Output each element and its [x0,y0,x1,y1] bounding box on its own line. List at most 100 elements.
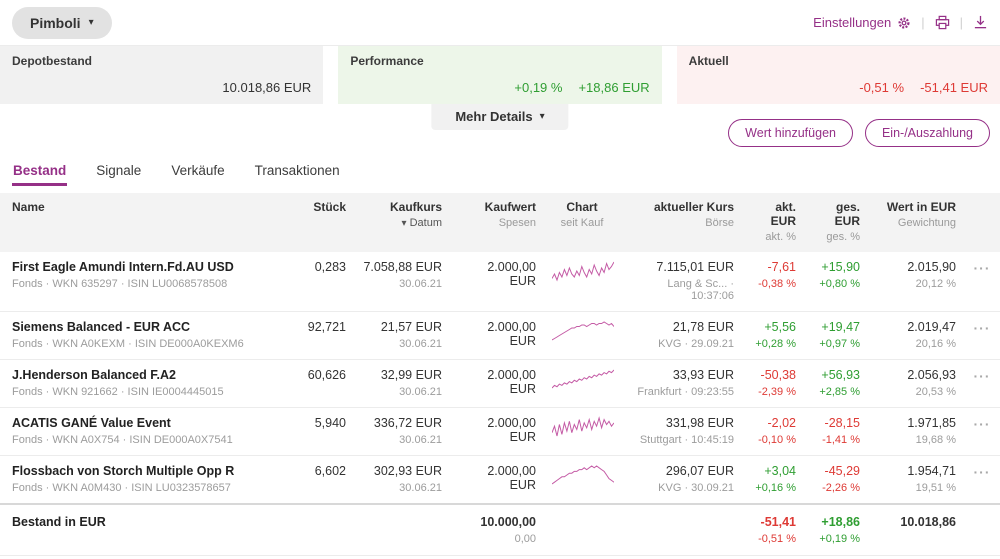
fund-name[interactable]: ACATIS GANÉ Value Event [12,416,280,430]
col-header-kaufwert: Kaufwert Spesen [450,193,544,252]
akt-pct: -2,39 % [750,386,796,398]
stueck-value: 0,283 [296,260,346,274]
col-header-menu [964,193,1000,252]
col-header-chart: Chart seit Kauf [544,193,620,252]
ein-auszahlung-button[interactable]: Ein-/Auszahlung [865,119,990,147]
fund-name[interactable]: First Eagle Amundi Intern.Fd.AU USD [12,260,280,274]
kaufwert-value: 2.000,00 EUR [458,368,536,396]
boerse-info: Stuttgart · 10:45:19 [628,434,734,446]
depot-value-panel: Depotbestand 10.018,86 EUR [0,46,323,104]
kaufkurs-value: 7.058,88 EUR [362,260,442,274]
kaufkurs-value: 21,57 EUR [362,320,442,334]
stueck-value: 5,940 [296,416,346,430]
portfolio-tabs: Bestand Signale Verkäufe Transaktionen [0,152,1000,186]
total-ges-pct: +0,19 % [812,533,860,545]
boerse-info: Frankfurt · 09:23:55 [628,386,734,398]
tab-signale[interactable]: Signale [95,157,142,186]
table-row: J.Henderson Balanced F.A2 Fonds · WKN 92… [0,360,1000,408]
mehr-details-label: Mehr Details [455,109,532,124]
boerse-info: KVG · 29.09.21 [628,338,734,350]
kaufkurs-value: 32,99 EUR [362,368,442,382]
aktueller-kurs: 296,07 EUR [628,464,734,478]
print-icon[interactable] [935,15,950,30]
total-akt-eur: -51,41 [750,515,796,529]
ges-pct: -2,26 % [812,482,860,494]
kauf-datum: 30.06.21 [362,338,442,350]
row-menu-button[interactable]: ··· [974,464,991,480]
table-row: First Eagle Amundi Intern.Fd.AU USD Fond… [0,252,1000,312]
kauf-datum: 30.06.21 [362,386,442,398]
fund-name[interactable]: Flossbach von Storch Multiple Opp R [12,464,280,478]
kauf-datum: 30.06.21 [362,482,442,494]
akt-eur: -50,38 [750,368,796,382]
fund-name[interactable]: J.Henderson Balanced F.A2 [12,368,280,382]
kaufwert-value: 2.000,00 EUR [458,260,536,288]
total-akt-pct: -0,51 % [750,533,796,545]
sparkline-chart [552,416,612,438]
row-menu-button[interactable]: ··· [974,368,991,384]
row-menu-button[interactable]: ··· [974,260,991,276]
sparkline-chart [552,368,612,390]
ges-eur: -45,29 [812,464,860,478]
total-ges-eur: +18,86 [812,515,860,529]
total-label: Bestand in EUR [12,515,280,529]
ges-eur: +19,47 [812,320,860,334]
ges-eur: +56,93 [812,368,860,382]
boerse-info: KVG · 30.09.21 [628,482,734,494]
gewichtung: 20,12 % [876,278,956,290]
akt-eur: +5,56 [750,320,796,334]
aktuell-percent: -0,51 % [859,80,904,95]
table-row: Siemens Balanced - EUR ACC Fonds · WKN A… [0,312,1000,360]
col-header-wert: Wert in EUR Gewichtung [868,193,964,252]
akt-eur: -7,61 [750,260,796,274]
ges-pct: +0,97 % [812,338,860,350]
total-spesen: 0,00 [458,533,536,545]
stueck-value: 92,721 [296,320,346,334]
col-header-kaufkurs: Kaufkurs ▾ Datum [354,193,450,252]
aktuell-label: Aktuell [689,54,988,68]
account-name: Pimboli [30,15,81,31]
kaufkurs-value: 302,93 EUR [362,464,442,478]
sparkline-chart [552,320,612,342]
holdings-table: Name Stück Kaufkurs ▾ Datum Kaufwert Spe… [0,193,1000,559]
akt-eur: -2,02 [750,416,796,430]
akt-pct: +0,28 % [750,338,796,350]
performance-panel: Performance +0,19 % +18,86 EUR [338,46,661,104]
table-row: ACATIS GANÉ Value Event Fonds · WKN A0X7… [0,408,1000,456]
tab-transaktionen[interactable]: Transaktionen [254,157,341,186]
download-icon[interactable] [973,15,988,30]
wert-hinzufuegen-button[interactable]: Wert hinzufügen [728,119,853,147]
col-header-ges: ges. EUR ges. % [804,193,868,252]
sparkline-chart [552,260,612,282]
settings-link[interactable]: Einstellungen [813,15,911,30]
divider: | [921,15,924,30]
action-buttons: Wert hinzufügen Ein-/Auszahlung [728,119,990,147]
row-menu-button[interactable]: ··· [974,320,991,336]
settings-label: Einstellungen [813,15,891,30]
gear-icon [897,16,911,30]
mehr-details-button[interactable]: Mehr Details ▾ [431,104,568,130]
wert-eur: 2.015,90 [876,260,956,274]
fund-name[interactable]: Siemens Balanced - EUR ACC [12,320,280,334]
akt-eur: +3,04 [750,464,796,478]
tab-bestand[interactable]: Bestand [12,157,67,186]
akt-pct: -0,38 % [750,278,796,290]
wert-eur: 1.954,71 [876,464,956,478]
col-header-stueck: Stück [288,193,354,252]
aktueller-kurs: 331,98 EUR [628,416,734,430]
ges-eur: +15,90 [812,260,860,274]
akt-pct: +0,16 % [750,482,796,494]
topbar-actions: Einstellungen | | [813,15,988,30]
total-row-bestand: Bestand in EUR 10.000,00 0,00 -51,41 -0,… [0,504,1000,556]
fund-meta: Fonds · WKN A0M430 · ISIN LU0323578657 [12,482,280,494]
ges-pct: +2,85 % [812,386,860,398]
aktueller-kurs: 33,93 EUR [628,368,734,382]
aktuell-panel: Aktuell -0,51 % -51,41 EUR [677,46,1000,104]
sort-datum-control[interactable]: ▾ Datum [362,217,442,229]
aktueller-kurs: 21,78 EUR [628,320,734,334]
fund-meta: Fonds · WKN A0X754 · ISIN DE000A0X7541 [12,434,280,446]
tab-verkaeufe[interactable]: Verkäufe [170,157,225,186]
row-menu-button[interactable]: ··· [974,416,991,432]
account-switcher[interactable]: Pimboli ▾ [12,7,112,39]
kaufwert-value: 2.000,00 EUR [458,416,536,444]
